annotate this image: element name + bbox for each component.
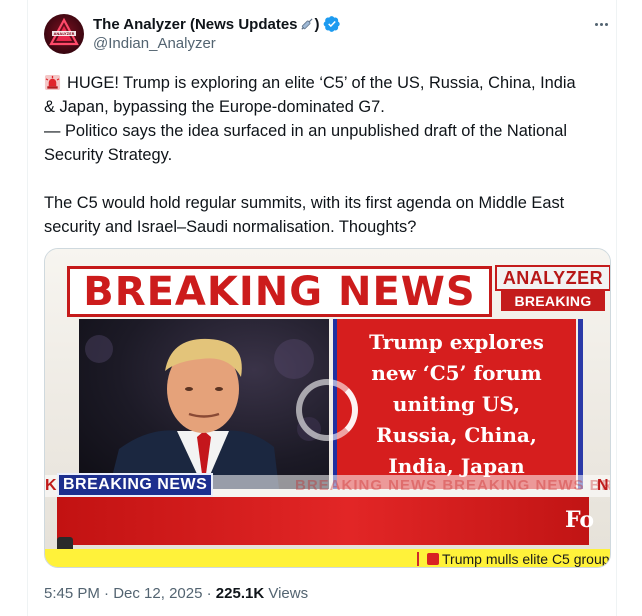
syringe-emoji-icon (300, 17, 313, 30)
breaking-news-badge-text: BREAKING NEWS (63, 476, 208, 493)
analyzer-brand-logo: ANALYZER BREAKING (495, 265, 610, 311)
side-accent-bar (578, 319, 583, 489)
tweet-meta: 5:45 PM · Dec 12, 2025 · 225.1K Views (44, 585, 308, 602)
news-photo (79, 319, 329, 489)
breaking-news-banner-text: BREAKING NEWS (83, 268, 476, 315)
loading-spinner-icon (296, 379, 358, 441)
person-photo-icon (85, 335, 321, 489)
tweet-line-text: HUGE! Trump is exploring an elite ‘C5’ o… (67, 74, 576, 92)
more-dot-icon (604, 22, 608, 26)
yellow-ticker-content: Trump mulls elite C5 group (427, 551, 610, 567)
author-display-name[interactable]: The Analyzer (News Updates (93, 16, 298, 33)
brand-bottom-text: BREAKING (514, 293, 592, 309)
ticker-ghost-text: BREAKING NEWS BREAKING NEWS BREAKING NEW… (295, 477, 611, 494)
tweet-line: The C5 would hold regular summits, with … (44, 194, 565, 212)
yellow-ticker: Trump mulls elite C5 group (45, 549, 610, 567)
headline-line: Russia, China, (376, 422, 537, 447)
brand-top-text: ANALYZER (502, 267, 604, 288)
author-display-name-suffix[interactable]: ) (315, 16, 320, 33)
ticker-edge-letter: N (597, 477, 609, 494)
lower-third-text: Fo (565, 507, 595, 533)
meta-separator: · (206, 585, 216, 602)
lower-third-bar (57, 497, 589, 545)
meta-separator: · (104, 585, 114, 602)
ticker-separator (417, 552, 419, 566)
author-name-row[interactable]: The Analyzer (News Updates ) (93, 14, 341, 34)
headline-line: new ‘C5’ forum (371, 360, 542, 385)
yellow-ticker-text: Trump mulls elite C5 group (442, 551, 610, 567)
views-count[interactable]: 225.1K (216, 585, 264, 602)
avatar-logo-text: ANALYZER (54, 32, 75, 36)
tweet-line: Security Strategy. (44, 146, 173, 164)
author-handle[interactable]: @Indian_Analyzer (93, 35, 216, 52)
siren-emoji-icon (44, 74, 61, 91)
ticker-edge-letter: K (45, 477, 57, 494)
headline-line: Trump explores (369, 329, 544, 354)
tweet-time[interactable]: 5:45 PM (44, 585, 100, 602)
tweet-line: & Japan, bypassing the Europe-dominated … (44, 98, 385, 116)
more-options-button[interactable] (590, 14, 612, 34)
more-dot-icon (599, 22, 603, 26)
views-label: Views (268, 585, 309, 602)
headline-line: uniting US, (392, 391, 521, 416)
headline-box: Trump explores new ‘C5’ forum uniting US… (333, 319, 576, 489)
tweet-line: — Politico says the idea surfaced in an … (44, 122, 567, 140)
tweet-text: HUGE! Trump is exploring an elite ‘C5’ o… (44, 71, 614, 239)
tweet-line: security and Israel–Saudi normalisation.… (44, 218, 417, 236)
avatar[interactable]: ANALYZER (44, 14, 84, 54)
siren-emoji-icon (427, 553, 439, 565)
video-media[interactable]: BREAKING NEWS ANALYZER BREAKING Trump ex… (44, 248, 611, 568)
more-dot-icon (594, 22, 598, 26)
breaking-news-banner: BREAKING NEWS (67, 266, 492, 317)
analyzer-logo-icon: ANALYZER (49, 17, 79, 46)
breaking-news-badge: BREAKING NEWS (57, 473, 214, 497)
verified-badge-icon[interactable] (323, 15, 341, 33)
tweet-line: HUGE! Trump is exploring an elite ‘C5’ o… (44, 71, 614, 95)
tweet-date[interactable]: Dec 12, 2025 (113, 585, 202, 602)
